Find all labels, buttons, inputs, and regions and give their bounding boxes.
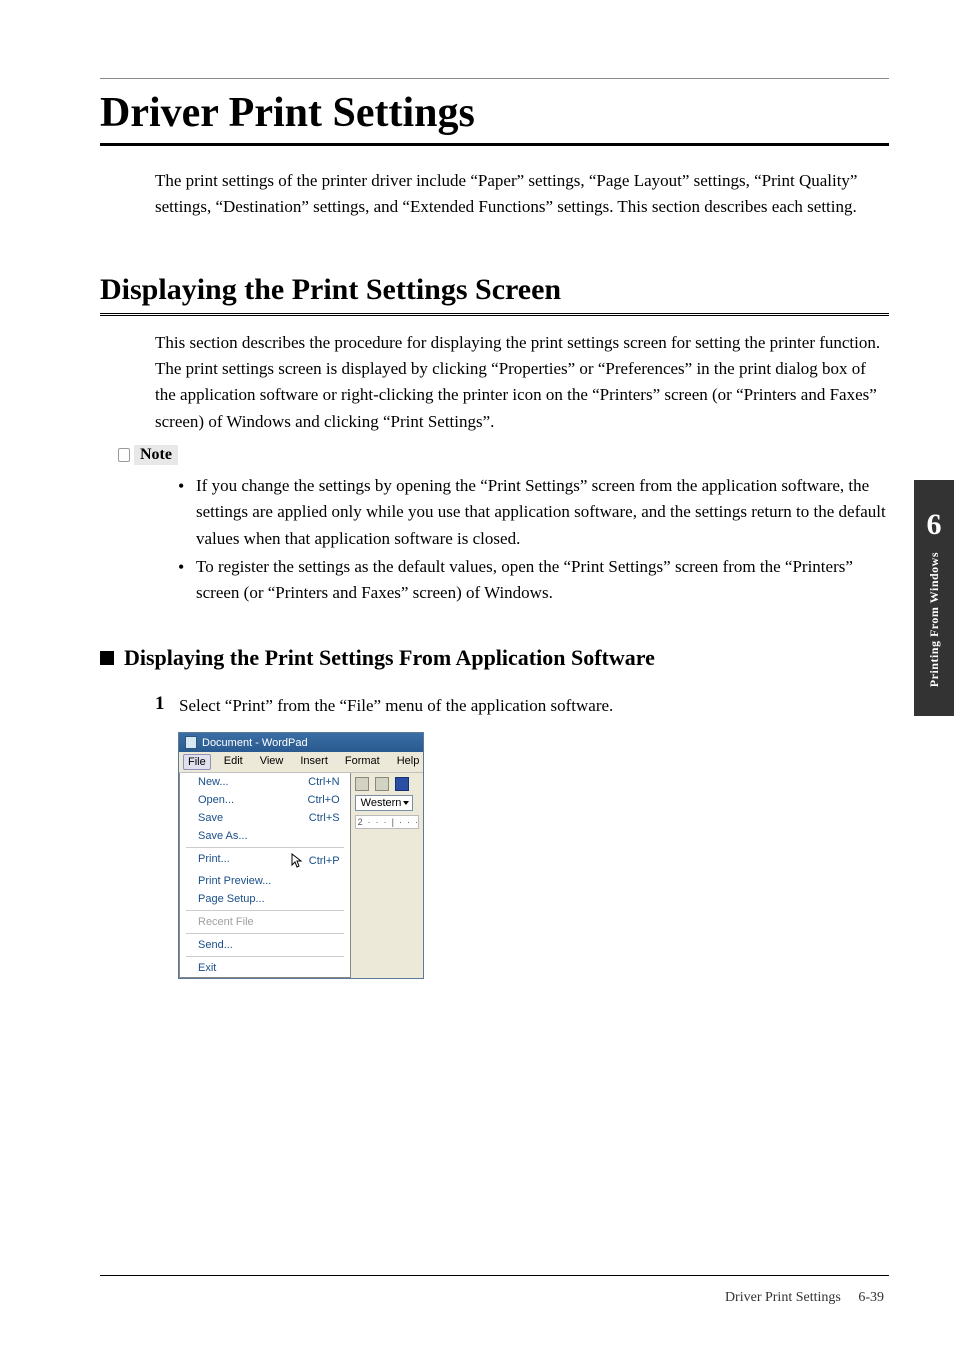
ruler-tick: · (368, 817, 371, 827)
ruler-tick: · (407, 817, 410, 827)
ruler-tick: · (415, 817, 418, 827)
menu-item-label: Recent File (198, 916, 254, 928)
ruler-tick: · (376, 817, 379, 827)
menu-item-shortcut: Ctrl+O (308, 794, 340, 806)
intro-text: The print settings of the printer driver… (155, 168, 889, 221)
menu-item-send[interactable]: Send... (180, 936, 350, 954)
menu-item-label: Save (198, 812, 223, 824)
page-footer: Driver Print Settings 6-39 (725, 1290, 884, 1306)
menu-item-shortcut: Ctrl+S (309, 812, 340, 824)
step-text: Select “Print” from the “File” menu of t… (179, 693, 613, 719)
menu-edit[interactable]: Edit (220, 754, 247, 770)
note-label: Note (118, 445, 889, 465)
wordpad-window: Document - WordPad File Edit View Insert… (178, 732, 424, 979)
menu-item-shortcut: Ctrl+N (308, 776, 339, 788)
wordpad-title-text: Document - WordPad (202, 737, 308, 749)
menu-view[interactable]: View (256, 754, 288, 770)
menu-item-label: Page Setup... (198, 893, 265, 905)
menu-item-page-setup[interactable]: Page Setup... (180, 890, 350, 908)
menu-item-label: Print Preview... (198, 875, 271, 887)
ruler-tick: | (392, 817, 394, 827)
menu-separator (186, 910, 344, 911)
subsection-heading: Displaying the Print Settings From Appli… (100, 645, 889, 671)
menu-item-print[interactable]: Print... Ctrl+P (180, 850, 350, 872)
footer-page-number: 6-39 (858, 1290, 884, 1305)
toolbar-icon[interactable] (375, 777, 389, 791)
note-bullet-1: If you change the settings by opening th… (178, 473, 889, 552)
menu-file[interactable]: File (183, 754, 211, 770)
ruler-marker: 2 (358, 817, 363, 827)
wordpad-right-pane: Western 2 · · · | · · · (351, 773, 423, 978)
menu-item-label: Save As... (198, 830, 248, 842)
note-label-text: Note (134, 445, 178, 465)
menu-item-shortcut: Ctrl+P (309, 855, 340, 867)
menu-item-open[interactable]: Open... Ctrl+O (180, 791, 350, 809)
menu-insert[interactable]: Insert (296, 754, 332, 770)
step-number: 1 (155, 693, 169, 715)
inset-screenshot: Document - WordPad File Edit View Insert… (178, 732, 889, 979)
wordpad-menubar[interactable]: File Edit View Insert Format Help (179, 752, 423, 773)
menu-item-exit[interactable]: Exit (180, 959, 350, 977)
step-1: 1 Select “Print” from the “File” menu of… (155, 693, 889, 719)
chapter-side-tab: 6 Printing From Windows (914, 480, 954, 716)
subsection-marker-icon (100, 651, 114, 665)
page-title: Driver Print Settings (100, 78, 889, 146)
file-menu-dropdown: New... Ctrl+N Open... Ctrl+O Save Ctrl+S… (179, 773, 351, 978)
menu-item-label: Open... (198, 794, 234, 806)
menu-item-recent-file: Recent File (180, 913, 350, 931)
section-body: This section describes the procedure for… (155, 330, 889, 435)
note-bullet-list: If you change the settings by opening th… (178, 473, 889, 607)
ruler-tick: · (399, 817, 402, 827)
menu-separator (186, 847, 344, 848)
footer-title: Driver Print Settings (725, 1290, 841, 1305)
cursor-icon (291, 853, 303, 869)
menu-item-label: Send... (198, 939, 233, 951)
wordpad-title-icon (185, 736, 197, 749)
menu-separator (186, 956, 344, 957)
toolbar-icon[interactable] (355, 777, 369, 791)
footer-rule (100, 1275, 889, 1276)
menu-item-label: Exit (198, 962, 216, 974)
toolbar-select[interactable]: Western (355, 795, 413, 811)
chapter-number: 6 (927, 508, 942, 542)
wordpad-titlebar: Document - WordPad (179, 733, 423, 752)
note-bullet-2: To register the settings as the default … (178, 554, 889, 607)
menu-item-label: New... (198, 776, 229, 788)
menu-item-save-as[interactable]: Save As... (180, 827, 350, 845)
section-heading: Displaying the Print Settings Screen (100, 273, 889, 316)
menu-item-print-preview[interactable]: Print Preview... (180, 872, 350, 890)
menu-help[interactable]: Help (393, 754, 424, 770)
ruler: 2 · · · | · · · (355, 815, 419, 829)
menu-format[interactable]: Format (341, 754, 384, 770)
menu-item-save[interactable]: Save Ctrl+S (180, 809, 350, 827)
ruler-tick: · (384, 817, 387, 827)
toolbar-icon[interactable] (395, 777, 409, 791)
menu-item-label: Print... (198, 853, 230, 869)
select-value: Western (361, 797, 402, 809)
subsection-title-text: Displaying the Print Settings From Appli… (124, 645, 655, 671)
note-icon (118, 448, 130, 462)
chapter-label: Printing From Windows (927, 552, 942, 687)
menu-separator (186, 933, 344, 934)
menu-item-new[interactable]: New... Ctrl+N (180, 773, 350, 791)
